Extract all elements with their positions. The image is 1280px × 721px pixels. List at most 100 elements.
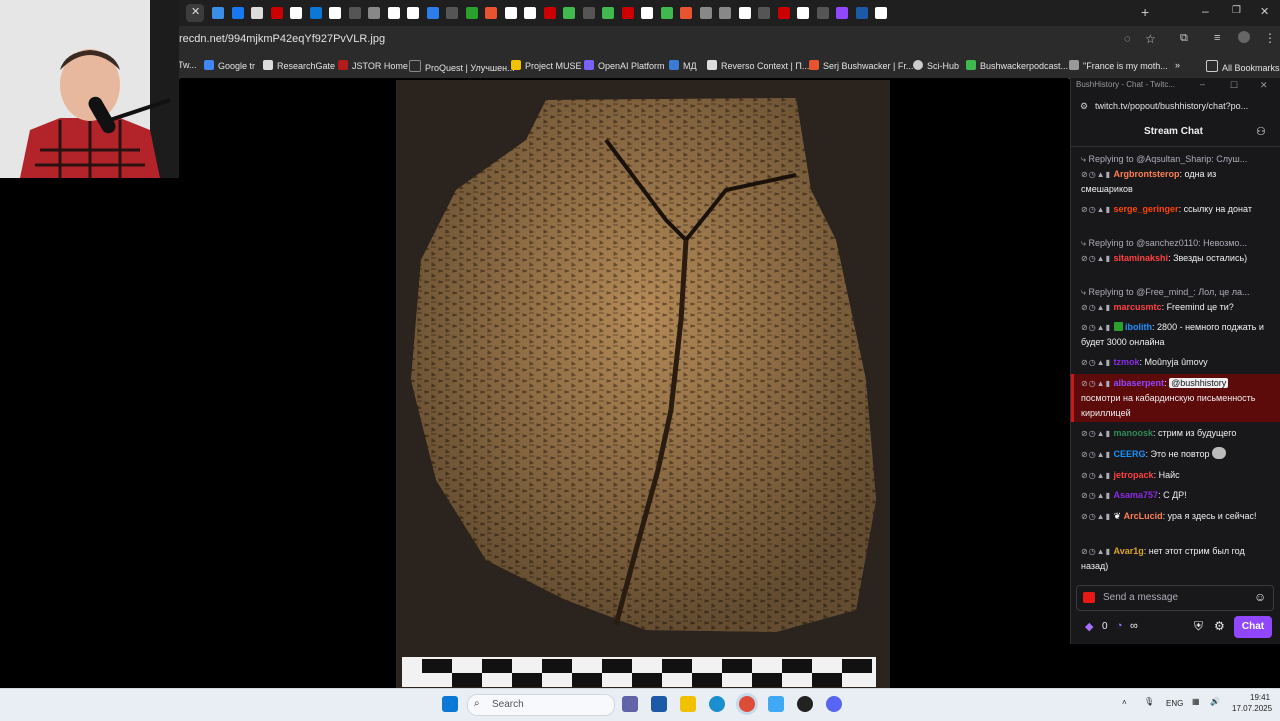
chat-username[interactable]: jetropack xyxy=(1114,470,1154,480)
network-icon[interactable]: ▦ xyxy=(1192,697,1200,706)
bookmark-item[interactable]: ProQuest | Улучшен... xyxy=(409,60,515,73)
pinned-tab-favicon[interactable] xyxy=(465,7,478,19)
pinned-tab-favicon[interactable] xyxy=(348,7,361,19)
all-bookmarks[interactable]: All Bookmarks xyxy=(1206,60,1280,73)
bookmark-star-icon[interactable]: ☆ xyxy=(1145,32,1156,46)
pinned-tab-favicon[interactable] xyxy=(758,7,770,19)
pinned-tab-favicon[interactable] xyxy=(290,7,302,19)
pinned-tab-favicon[interactable] xyxy=(699,7,712,19)
bookmark-item[interactable]: Bushwackerpodcast... xyxy=(966,60,1068,71)
cast-icon[interactable]: ◌ xyxy=(1124,33,1131,45)
pinned-tab-favicon[interactable] xyxy=(582,7,595,19)
app-icon[interactable] xyxy=(768,696,784,712)
pinned-tab-favicon[interactable] xyxy=(543,7,556,19)
mod-actions-icon[interactable]: ⊘◷▲▮ xyxy=(1081,358,1111,367)
minimize-icon[interactable]: – xyxy=(1202,4,1209,18)
mod-actions-icon[interactable]: ⊘◷▲▮ xyxy=(1081,429,1111,438)
bookmark-item[interactable]: Serj Bushwacker | Fr... xyxy=(809,60,913,71)
url-text[interactable]: recdn.net/994mjkmP42eqYf927PvVLR.jpg xyxy=(179,33,385,45)
bookmark-item[interactable]: "France is my moth... xyxy=(1069,60,1168,71)
obs-icon[interactable] xyxy=(797,696,813,712)
mod-actions-icon[interactable]: ⊘◷▲▮ xyxy=(1081,512,1111,521)
menu-kebab-icon[interactable]: ⋮ xyxy=(1264,31,1276,45)
bookmark-item[interactable]: Tw... xyxy=(178,60,197,70)
language-indicator[interactable]: ENG xyxy=(1166,699,1183,708)
mod-actions-icon[interactable]: ⊘◷▲▮ xyxy=(1081,170,1111,179)
mention-tag[interactable]: @bushhistory xyxy=(1169,378,1229,388)
pinned-tab-favicon[interactable] xyxy=(816,7,829,19)
chat-username[interactable]: albaserpent xyxy=(1114,378,1165,388)
chat-username[interactable]: Avar1g xyxy=(1114,546,1144,556)
pinned-tab-favicon[interactable] xyxy=(485,7,497,19)
chrome-icon[interactable] xyxy=(739,696,755,712)
windows-start-icon[interactable] xyxy=(442,696,458,712)
pinned-tab-favicon[interactable] xyxy=(875,7,887,19)
pinned-tab-favicon[interactable] xyxy=(524,7,536,19)
teams-icon[interactable] xyxy=(622,696,638,712)
close-window-icon[interactable]: ✕ xyxy=(1260,5,1269,18)
bookmarks-overflow-icon[interactable]: » xyxy=(1175,60,1180,70)
pinned-tab-favicon[interactable] xyxy=(563,7,575,19)
reply-context[interactable]: ⤷ Replying to @Free_mind_: Лол, це ла... xyxy=(1081,285,1267,300)
address-bar[interactable]: recdn.net/994mjkmP42eqYf927PvVLR.jpg ◌ ☆… xyxy=(0,26,1280,56)
chat-window-url[interactable]: twitch.tv/popout/bushhistory/chat?po... xyxy=(1095,101,1248,111)
pinned-tab-favicon[interactable] xyxy=(738,7,751,19)
chat-username[interactable]: ibolith xyxy=(1125,322,1152,332)
close-tab-icon[interactable]: ✕ xyxy=(191,5,200,18)
mod-actions-icon[interactable]: ⊘◷▲▮ xyxy=(1081,303,1111,312)
bookmark-item[interactable]: OpenAI Platform xyxy=(584,60,665,71)
store-icon[interactable] xyxy=(651,696,667,712)
chat-username[interactable]: ArcLucid xyxy=(1124,511,1163,521)
volume-icon[interactable]: 🔊 xyxy=(1210,697,1220,706)
chat-username[interactable]: CEERG xyxy=(1114,449,1146,459)
pinned-tab-favicon[interactable] xyxy=(329,7,341,19)
chat-input[interactable]: Send a message ☺ xyxy=(1076,585,1274,611)
tray-overflow-icon[interactable]: ˄ xyxy=(1122,698,1127,707)
pinned-tab-favicon[interactable] xyxy=(777,7,790,19)
mod-actions-icon[interactable]: ⊘◷▲▮ xyxy=(1081,547,1111,556)
pinned-tab-favicon[interactable] xyxy=(387,7,400,19)
profile-avatar[interactable] xyxy=(1238,31,1250,43)
bookmark-item[interactable]: ResearchGate xyxy=(263,60,335,71)
pinned-tab-favicon[interactable] xyxy=(504,7,517,19)
pinned-tab-favicon[interactable] xyxy=(836,7,848,19)
pinned-tab-favicon[interactable] xyxy=(309,7,322,19)
recording-icon[interactable] xyxy=(1083,592,1095,603)
pinned-tab-favicon[interactable] xyxy=(407,7,419,19)
bookmark-item[interactable]: Reverso Context | П... xyxy=(707,60,809,71)
new-tab-icon[interactable]: + xyxy=(1141,4,1149,20)
mod-actions-icon[interactable]: ⊘◷▲▮ xyxy=(1081,205,1111,214)
bookmark-item[interactable]: Project MUSE xyxy=(511,60,582,71)
bookmark-item[interactable]: МД xyxy=(669,60,697,71)
gear-icon[interactable]: ⚙ xyxy=(1214,619,1225,633)
bookmark-item[interactable]: Google tr xyxy=(204,60,255,71)
file-explorer-icon[interactable] xyxy=(680,696,696,712)
chat-send-button[interactable]: Chat xyxy=(1234,616,1272,638)
pinned-tab-favicon[interactable] xyxy=(446,7,458,19)
chat-username[interactable]: tzmok xyxy=(1114,357,1140,367)
pinned-tab-favicon[interactable] xyxy=(270,7,283,19)
extensions-icon[interactable]: ⧉ xyxy=(1180,32,1188,45)
pinned-tab-favicon[interactable] xyxy=(797,7,809,19)
mod-actions-icon[interactable]: ⊘◷▲▮ xyxy=(1081,379,1111,388)
mod-actions-icon[interactable]: ⊘◷▲▮ xyxy=(1081,471,1111,480)
taskbar-search[interactable]: ⌕ Search xyxy=(467,694,615,716)
clock-date[interactable]: 17.07.2025 xyxy=(1232,704,1272,713)
mod-actions-icon[interactable]: ⊘◷▲▮ xyxy=(1081,450,1111,459)
chat-window-close-icon[interactable]: ✕ xyxy=(1260,80,1268,91)
pinned-tab-favicon[interactable] xyxy=(602,7,614,19)
maximize-icon[interactable]: ❐ xyxy=(1232,5,1241,16)
timer-icon[interactable]: ◔ xyxy=(1116,620,1123,632)
pinned-tab-favicon[interactable] xyxy=(231,7,244,19)
pinned-tab-favicon[interactable] xyxy=(368,7,380,19)
chat-username[interactable]: marcusmtc xyxy=(1114,302,1162,312)
channel-points-icon[interactable]: ◆ xyxy=(1085,620,1093,633)
mod-actions-icon[interactable]: ⊘◷▲▮ xyxy=(1081,254,1111,263)
mod-actions-icon[interactable]: ⊘◷▲▮ xyxy=(1081,491,1111,500)
chat-username[interactable]: serge_geringer xyxy=(1114,204,1179,214)
bookmark-item[interactable]: JSTOR Home xyxy=(338,60,408,71)
pinned-tab-favicon[interactable] xyxy=(641,7,653,19)
edge-icon[interactable] xyxy=(709,696,725,712)
community-icon[interactable]: ⚇ xyxy=(1256,125,1266,138)
pinned-tab-favicon[interactable] xyxy=(621,7,634,19)
